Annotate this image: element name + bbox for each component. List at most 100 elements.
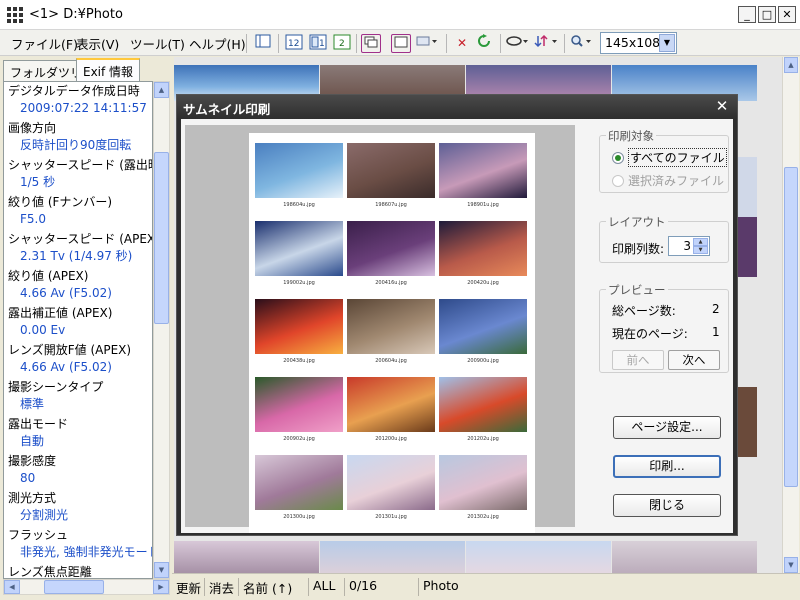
thumbnail-image — [255, 143, 343, 198]
tab-exif-info[interactable]: Exif 情報 — [76, 58, 141, 81]
exif-hscrollbar[interactable]: ◀ ▶ — [3, 579, 170, 595]
dialog-close-icon[interactable]: ✕ — [713, 97, 731, 115]
thumbnail-image[interactable] — [612, 541, 757, 577]
exif-item[interactable]: シャッタースピード (露出時間) 1/5 秒 — [4, 156, 152, 193]
view-1-2-icon[interactable]: 12 — [284, 34, 304, 53]
exif-item[interactable]: 撮影シーンタイプ 標準 — [4, 378, 152, 415]
left-panel-tabs: フォルダツリー Exif 情報 — [0, 57, 172, 81]
radio-button-icon[interactable] — [612, 174, 624, 187]
thumbnail-size-value: 145x108 — [605, 35, 661, 50]
radio-selected-files[interactable]: 選択済みファイル — [612, 172, 724, 189]
status-delete[interactable]: 消去 — [204, 578, 234, 596]
exif-value: 標準 — [20, 397, 45, 411]
menu-view[interactable]: 表示(V) — [76, 34, 119, 53]
exif-item[interactable]: レンズ焦点距離 — [4, 563, 152, 578]
print-button[interactable]: 印刷... — [613, 455, 721, 478]
exif-label: 絞り値 (Fナンバー) — [8, 195, 113, 209]
exif-item[interactable]: 絞り値 (APEX) 4.66 Av (F5.02) — [4, 267, 152, 304]
exif-item[interactable]: フラッシュ 非発光, 強制非発光モード — [4, 526, 152, 563]
thumbnail-image[interactable] — [320, 541, 465, 577]
chevron-down-icon[interactable]: ▼ — [693, 246, 708, 254]
dialog-close-button[interactable]: 閉じる — [613, 494, 721, 517]
exif-value: 自動 — [20, 434, 45, 448]
app-grid-icon[interactable] — [7, 7, 23, 23]
exif-item[interactable]: シャッタースピード (APEX) 2.31 Tv (1/4.97 秒) — [4, 230, 152, 267]
exif-item[interactable]: レンズ開放F値 (APEX) 4.66 Av (F5.02) — [4, 341, 152, 378]
status-sort[interactable]: 名前 (↑) — [238, 578, 292, 596]
exif-item[interactable]: 撮影感度 80 — [4, 452, 152, 489]
tag-dropdown-icon[interactable] — [506, 34, 530, 53]
radio-button-icon[interactable] — [612, 151, 624, 164]
menu-help[interactable]: ヘルプ(H) — [189, 34, 246, 53]
window-single-icon[interactable] — [391, 34, 411, 53]
thumbnail-image[interactable] — [466, 541, 611, 577]
page-setup-button[interactable]: ページ設定... — [613, 416, 721, 439]
minimize-button[interactable]: _ — [738, 6, 756, 23]
sort-dropdown-icon[interactable] — [534, 34, 560, 53]
menu-tools[interactable]: ツール(T) — [130, 34, 185, 53]
panel-toggle-icon[interactable] — [253, 34, 273, 53]
menu-file[interactable]: ファイル(F) — [11, 34, 78, 53]
scroll-thumb[interactable] — [154, 152, 169, 324]
preview-thumbnail: 200416u.jpg — [347, 221, 435, 288]
next-page-button[interactable]: 次へ — [668, 350, 720, 370]
thumbnail-size-select[interactable]: 145x108 ▼ — [600, 32, 677, 54]
exif-item[interactable]: 画像方向 反時計回り90度回転 — [4, 119, 152, 156]
scroll-thumb[interactable] — [784, 167, 798, 487]
exif-scrollbar[interactable]: ▲ ▼ — [153, 81, 170, 579]
thumbnail-image[interactable] — [737, 387, 757, 457]
thumbnail-filename: 200902u.jpg — [283, 436, 315, 442]
scroll-down-icon[interactable]: ▼ — [784, 557, 798, 573]
thumbnail-image — [347, 143, 435, 198]
exif-value: 反時計回り90度回転 — [20, 138, 132, 152]
view-2-icon[interactable]: 2 — [332, 34, 352, 53]
menu-toolbar: ファイル(F) 表示(V) ツール(T) ヘルプ(H) 12 1 2 ✕ 145… — [0, 30, 800, 56]
thumbnail-image[interactable] — [174, 541, 319, 577]
main-scrollbar[interactable]: ▲ ▼ — [782, 57, 799, 573]
dialog-body: 198604u.jpg 198607u.jpg 198901u.jpg 199002u… — [181, 119, 733, 533]
delete-icon[interactable]: ✕ — [452, 34, 472, 53]
status-refresh[interactable]: 更新 — [172, 578, 201, 596]
thumbnail-image — [439, 455, 527, 510]
scroll-down-icon[interactable]: ▼ — [154, 562, 169, 578]
status-filter[interactable]: ALL — [308, 578, 335, 596]
exif-label: デジタルデータ作成日時 — [8, 84, 140, 98]
zoom-dropdown-icon[interactable] — [570, 34, 594, 53]
preview-thumbnail: 198901u.jpg — [439, 143, 527, 210]
prev-page-button[interactable]: 前へ — [612, 350, 664, 370]
exif-item[interactable]: 絞り値 (Fナンバー) F5.0 — [4, 193, 152, 230]
exif-label: シャッタースピード (露出時間) — [8, 158, 152, 172]
exif-item[interactable]: 測光方式 分割測光 — [4, 489, 152, 526]
scroll-up-icon[interactable]: ▲ — [154, 82, 169, 98]
chevron-down-icon[interactable]: ▼ — [659, 34, 675, 52]
layout-dropdown-icon[interactable] — [415, 34, 439, 53]
refresh-icon[interactable] — [474, 34, 494, 53]
stepper-arrows[interactable]: ▲ ▼ — [693, 238, 708, 254]
thumbnail-image — [347, 221, 435, 276]
scroll-right-icon[interactable]: ▶ — [153, 580, 169, 594]
hscroll-thumb[interactable] — [44, 580, 104, 594]
thumbnail-image — [347, 455, 435, 510]
thumbnail-filename: 200420u.jpg — [467, 280, 499, 286]
exif-item[interactable]: 露出モード 自動 — [4, 415, 152, 452]
exif-item[interactable]: 露出補正値 (APEX) 0.00 Ev — [4, 304, 152, 341]
preview-thumbnail: 200604u.jpg — [347, 299, 435, 366]
exif-item[interactable]: デジタルデータ作成日時 2009:07:22 14:11:57 — [4, 82, 152, 119]
close-button[interactable]: ✕ — [778, 6, 796, 23]
thumbnail-image — [439, 221, 527, 276]
preview-thumbnail: 200438u.jpg — [255, 299, 343, 366]
preview-thumbnail: 200902u.jpg — [255, 377, 343, 444]
preview-thumbnail: 201300u.jpg — [255, 455, 343, 522]
total-pages-value: 2 — [712, 302, 720, 316]
maximize-button[interactable]: □ — [758, 6, 776, 23]
view-1-icon[interactable]: 1 — [308, 34, 328, 53]
preview-thumbnail: 201302u.jpg — [439, 455, 527, 522]
chevron-up-icon[interactable]: ▲ — [693, 238, 708, 246]
columns-stepper[interactable]: 3 ▲ ▼ — [668, 236, 710, 256]
radio-all-files[interactable]: すべてのファイル — [612, 148, 727, 167]
preview-thumbnail: 201202u.jpg — [439, 377, 527, 444]
scroll-up-icon[interactable]: ▲ — [784, 57, 798, 73]
window-cascade-icon[interactable] — [361, 34, 381, 53]
thumbnail-image[interactable] — [737, 217, 757, 277]
scroll-left-icon[interactable]: ◀ — [4, 580, 20, 594]
